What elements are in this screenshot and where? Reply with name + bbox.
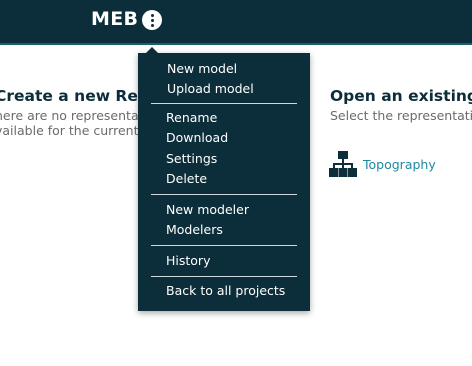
kebab-dot [150,23,154,27]
project-context-menu: New model Upload model Rename Download S… [138,53,310,311]
menu-item-upload-model[interactable]: Upload model [167,81,254,97]
open-representation-section: Open an existing R Select the representa… [330,86,472,123]
more-options-icon[interactable] [142,10,162,30]
menu-item-delete[interactable]: Delete [166,171,207,187]
representation-item-topography[interactable]: Topography [329,150,436,178]
create-representation-heading: Create a new Repr [0,87,142,105]
open-representation-description: Select the representation [330,108,472,123]
create-representation-description: here are no representa [0,108,139,123]
menu-item-history[interactable]: History [166,253,210,269]
representation-label: Topography [363,156,436,172]
create-representation-section: Create a new Repr here are no representa… [0,86,142,138]
kebab-dot [150,13,154,17]
menu-item-new-model[interactable]: New model [167,61,237,77]
menu-divider [151,276,297,277]
project-title: MEB [91,8,139,30]
create-representation-description: vailable for the current [0,123,139,138]
hierarchy-icon [329,151,357,177]
menu-divider [151,103,297,104]
kebab-dot [150,18,154,22]
menu-item-rename[interactable]: Rename [166,110,217,126]
menu-item-settings[interactable]: Settings [166,151,217,167]
menu-item-modelers[interactable]: Modelers [166,222,223,238]
open-representation-heading: Open an existing R [330,87,472,105]
top-bar: MEB [0,0,472,45]
menu-divider [151,194,297,195]
menu-item-back-to-all-projects[interactable]: Back to all projects [166,283,285,299]
menu-item-new-modeler[interactable]: New modeler [166,202,249,218]
menu-divider [151,245,297,246]
menu-item-download[interactable]: Download [166,130,228,146]
